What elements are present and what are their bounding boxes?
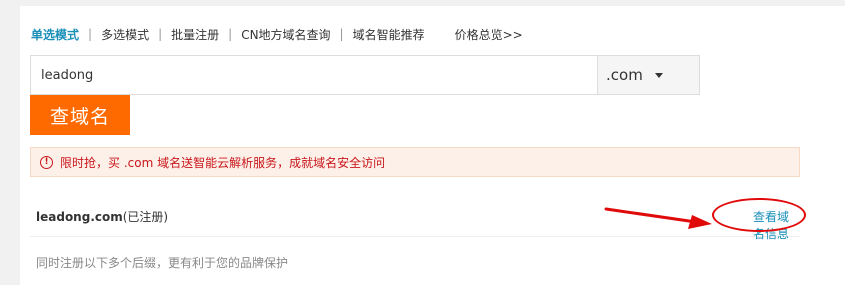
result-status: (已注册) — [122, 210, 169, 224]
price-overview-link[interactable]: 价格总览>> — [455, 26, 523, 43]
suggest-text: 同时注册以下多个后缀，更有利于您的品牌保护 — [36, 256, 289, 270]
tab-separator: | — [228, 27, 233, 41]
info-icon: ! — [40, 155, 53, 169]
caret-down-icon — [654, 72, 663, 78]
tab-separator: | — [158, 27, 163, 41]
tab-multi-mode[interactable]: 多选模式 — [101, 26, 149, 43]
suffix-dropdown[interactable]: .com — [597, 56, 699, 94]
tab-single-mode[interactable]: 单选模式 — [31, 26, 79, 43]
notice-text: 限时抢，买 .com 域名送智能云解析服务，成就域名安全访问 — [60, 155, 386, 170]
result-domain: leadong.com(已注册) — [36, 208, 168, 225]
tab-domain-recommend[interactable]: 域名智能推荐 — [353, 26, 425, 43]
mode-tabs: 单选模式 | 多选模式 | 批量注册 | CN地方域名查询 | 域名智能推荐 价… — [31, 25, 523, 43]
tab-separator: | — [88, 27, 93, 41]
content-panel — [20, 6, 845, 285]
result-domain-name: leadong.com — [36, 210, 123, 224]
search-domain-button[interactable]: 查域名 — [30, 95, 130, 135]
result-row: leadong.com(已注册) 查看域名信息 — [30, 197, 800, 241]
view-domain-info-link[interactable]: 查看域名信息 — [753, 208, 800, 242]
suffix-value: .com — [606, 66, 643, 84]
domain-search-bar: .com — [30, 55, 700, 95]
tab-cn-local-domain[interactable]: CN地方域名查询 — [241, 26, 330, 43]
tab-separator: | — [339, 27, 344, 41]
promo-notice: ! 限时抢，买 .com 域名送智能云解析服务，成就域名安全访问 — [30, 147, 800, 177]
tab-batch-register[interactable]: 批量注册 — [171, 26, 219, 43]
domain-search-input[interactable] — [31, 56, 598, 94]
